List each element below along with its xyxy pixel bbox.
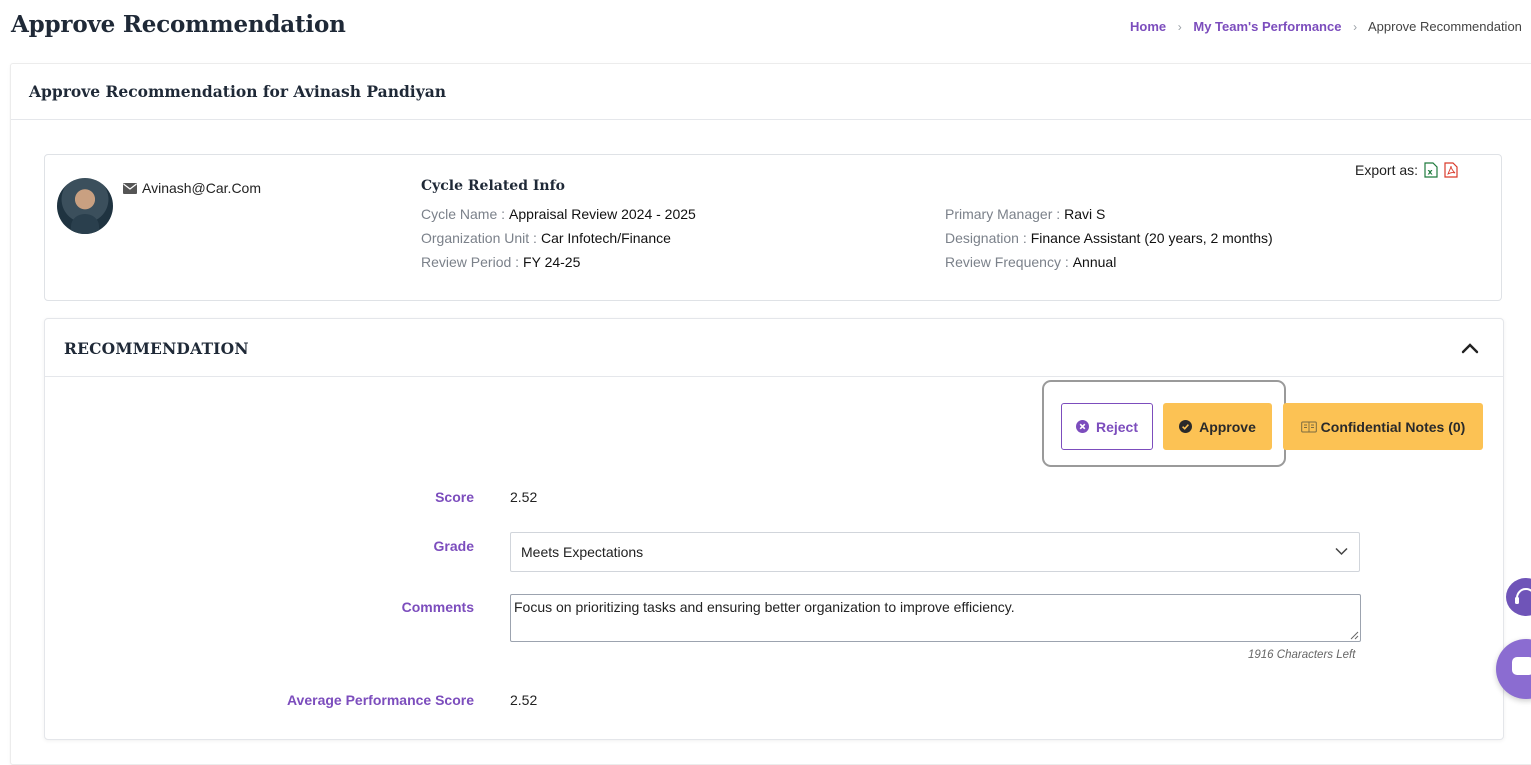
designation-value: Finance Assistant (20 years, 2 months) bbox=[1030, 230, 1273, 246]
score-label: Score bbox=[435, 489, 474, 505]
characters-left: 1916 Characters Left bbox=[1248, 649, 1356, 661]
excel-icon[interactable]: x bbox=[1424, 162, 1438, 178]
org-unit-label: Organization Unit : bbox=[421, 230, 537, 246]
review-frequency-value: Annual bbox=[1072, 254, 1117, 270]
breadcrumb: Home › My Team's Performance › Approve R… bbox=[1130, 19, 1522, 34]
resize-grip-icon[interactable] bbox=[1349, 630, 1359, 640]
review-period-field: Review Period : FY 24-25 bbox=[421, 254, 580, 270]
close-circle-icon bbox=[1075, 420, 1089, 433]
cycle-name-value: Appraisal Review 2024 - 2025 bbox=[509, 206, 696, 222]
export-label: Export as: bbox=[1355, 162, 1419, 178]
approve-button[interactable]: Approve bbox=[1163, 403, 1272, 450]
notes-icon bbox=[1300, 421, 1317, 432]
support-icon[interactable] bbox=[1506, 578, 1531, 616]
review-frequency-field: Review Frequency : Annual bbox=[945, 254, 1116, 270]
svg-text:x: x bbox=[1428, 168, 1434, 177]
primary-manager-label: Primary Manager : bbox=[945, 206, 1061, 222]
score-value: 2.52 bbox=[510, 489, 538, 505]
review-frequency-label: Review Frequency : bbox=[945, 254, 1069, 270]
comments-textarea[interactable]: Focus on prioritizing tasks and ensuring… bbox=[510, 594, 1361, 642]
mail-icon bbox=[123, 182, 137, 194]
grade-label: Grade bbox=[433, 538, 474, 554]
cycle-name-field: Cycle Name : Appraisal Review 2024 - 2025 bbox=[421, 206, 696, 222]
recommendation-card: RECOMMENDATION bbox=[44, 318, 1504, 740]
comments-label: Comments bbox=[401, 599, 474, 615]
approve-card-header: Approve Recommendation for Avinash Pandi… bbox=[11, 64, 1531, 120]
chevron-right-icon: › bbox=[1353, 20, 1358, 34]
check-circle-icon bbox=[1179, 420, 1193, 433]
designation-field: Designation : Finance Assistant (20 years… bbox=[945, 230, 1273, 246]
primary-manager-field: Primary Manager : Ravi S bbox=[945, 206, 1105, 222]
chat-bubble-icon bbox=[1512, 657, 1531, 675]
grade-select[interactable]: Meets Expectations bbox=[510, 532, 1360, 572]
grade-select-value: Meets Expectations bbox=[521, 544, 644, 560]
pdf-icon[interactable] bbox=[1444, 162, 1458, 178]
approve-card-title: Approve Recommendation for Avinash Pandi… bbox=[29, 82, 447, 101]
cycle-info-title: Cycle Related Info bbox=[421, 178, 565, 194]
average-score-value: 2.52 bbox=[510, 692, 538, 708]
approve-button-label: Approve bbox=[1199, 418, 1256, 435]
employee-info-card: Avinash@Car.Com Cycle Related Info Cycle… bbox=[44, 154, 1502, 301]
breadcrumb-team-link[interactable]: My Team's Performance bbox=[1193, 19, 1341, 34]
org-unit-field: Organization Unit : Car Infotech/Finance bbox=[421, 230, 671, 246]
recommendation-header: RECOMMENDATION bbox=[45, 319, 1503, 377]
chevron-right-icon: › bbox=[1177, 20, 1182, 34]
confidential-notes-label: Confidential Notes (0) bbox=[1320, 418, 1466, 435]
export-section: Export as: x bbox=[1355, 162, 1458, 178]
employee-email-text: Avinash@Car.Com bbox=[142, 180, 261, 196]
reject-button[interactable]: Reject bbox=[1061, 403, 1153, 450]
cycle-name-label: Cycle Name : bbox=[421, 206, 506, 222]
reject-button-label: Reject bbox=[1095, 418, 1139, 435]
review-period-value: FY 24-25 bbox=[523, 254, 581, 270]
confidential-notes-button[interactable]: Confidential Notes (0) bbox=[1283, 403, 1483, 450]
breadcrumb-home-link[interactable]: Home bbox=[1130, 19, 1166, 34]
avatar bbox=[57, 178, 113, 234]
average-score-label: Average Performance Score bbox=[286, 692, 474, 708]
designation-label: Designation : bbox=[945, 230, 1027, 246]
primary-manager-value: Ravi S bbox=[1064, 206, 1106, 222]
org-unit-value: Car Infotech/Finance bbox=[540, 230, 671, 246]
employee-email: Avinash@Car.Com bbox=[123, 180, 261, 196]
review-period-label: Review Period : bbox=[421, 254, 520, 270]
breadcrumb-current: Approve Recommendation bbox=[1367, 19, 1522, 34]
page-title: Approve Recommendation bbox=[11, 11, 346, 38]
chevron-down-icon bbox=[1335, 547, 1348, 556]
recommendation-title: RECOMMENDATION bbox=[64, 339, 249, 358]
chevron-up-icon[interactable] bbox=[1460, 340, 1480, 356]
